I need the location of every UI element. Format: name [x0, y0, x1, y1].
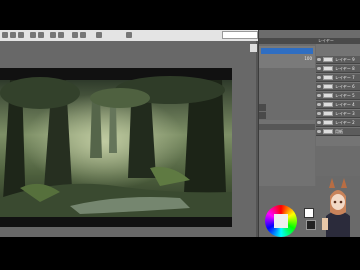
- layer-row[interactable]: レイヤー 5: [316, 92, 360, 100]
- scroll-indicator[interactable]: [250, 44, 257, 52]
- zoom-label: 100: [304, 56, 312, 61]
- sub-color-swatch[interactable]: [306, 220, 316, 230]
- layer-name: 用紙: [335, 129, 343, 134]
- layer-name: レイヤー 9: [335, 57, 355, 62]
- command-bar: [0, 30, 260, 41]
- panel-settings-icon[interactable]: [259, 112, 266, 119]
- layer-thumbnail: [323, 75, 333, 80]
- layer-name: レイヤー 6: [335, 84, 355, 89]
- search-input[interactable]: [222, 31, 258, 39]
- layer-row[interactable]: レイヤー 3: [316, 110, 360, 118]
- layer-row[interactable]: レイヤー 9: [316, 56, 360, 64]
- open-file-icon[interactable]: [10, 32, 16, 38]
- eye-icon[interactable]: [317, 58, 321, 61]
- layer-name: レイヤー 4: [335, 102, 355, 107]
- undo-icon[interactable]: [30, 32, 36, 38]
- deselect-icon[interactable]: [58, 32, 64, 38]
- eye-icon[interactable]: [317, 94, 321, 97]
- eye-icon[interactable]: [317, 67, 321, 70]
- layer-row[interactable]: レイヤー 7: [316, 74, 360, 82]
- layer-thumbnail: [323, 111, 333, 116]
- redo-icon[interactable]: [38, 32, 44, 38]
- eye-icon[interactable]: [317, 85, 321, 88]
- layer-name: レイヤー 5: [335, 93, 355, 98]
- eye-icon[interactable]: [317, 76, 321, 79]
- layer-name: レイヤー 2: [335, 120, 355, 125]
- layer-thumbnail: [323, 84, 333, 89]
- new-file-icon[interactable]: [2, 32, 8, 38]
- layer-name: レイヤー 8: [335, 66, 355, 71]
- color-square[interactable]: [274, 214, 288, 228]
- layer-thumbnail: [323, 102, 333, 107]
- forest-painting: [0, 68, 232, 227]
- layer-name: レイヤー 7: [335, 75, 355, 80]
- brush-icon[interactable]: [72, 32, 78, 38]
- layer-thumbnail: [323, 120, 333, 125]
- grid-icon[interactable]: [96, 32, 102, 38]
- layer-name: レイヤー 3: [335, 111, 355, 116]
- layer-row[interactable]: レイヤー 6: [316, 83, 360, 91]
- layer-thumbnail: [323, 66, 333, 71]
- navigator-panel: 100: [259, 46, 315, 68]
- layer-thumbnail: [323, 93, 333, 98]
- layer-row[interactable]: レイヤー 2: [316, 119, 360, 127]
- layer-row[interactable]: レイヤー 4: [316, 101, 360, 109]
- ruler-icon[interactable]: [126, 32, 132, 38]
- eye-icon[interactable]: [317, 121, 321, 124]
- eye-icon[interactable]: [317, 112, 321, 115]
- main-color-swatch[interactable]: [304, 208, 314, 218]
- panel-menu-icon[interactable]: [259, 104, 266, 111]
- avatar-illustration: [316, 176, 360, 237]
- layer-row[interactable]: レイヤー 8: [316, 65, 360, 73]
- drawing-canvas[interactable]: [0, 68, 232, 227]
- layer-row[interactable]: 用紙: [316, 128, 360, 136]
- eye-icon[interactable]: [317, 103, 321, 106]
- sub-tool-header: [259, 124, 315, 130]
- layer-thumbnail: [323, 57, 333, 62]
- color-wheel[interactable]: [265, 205, 297, 237]
- streamer-avatar: [316, 176, 360, 237]
- selected-item[interactable]: [261, 48, 313, 54]
- save-icon[interactable]: [18, 32, 24, 38]
- layer-thumbnail: [323, 129, 333, 134]
- eye-icon[interactable]: [317, 130, 321, 133]
- selection-icon[interactable]: [50, 32, 56, 38]
- eraser-icon[interactable]: [80, 32, 86, 38]
